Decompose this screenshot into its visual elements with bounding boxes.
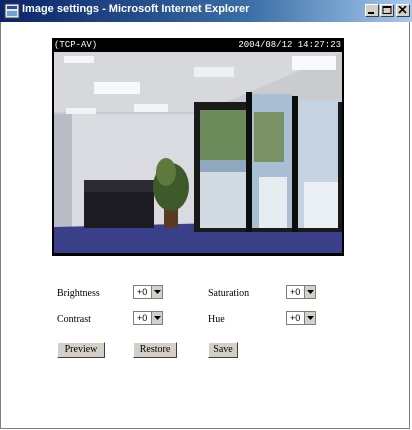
- title-bar: Image settings - Microsoft Internet Expl…: [0, 0, 412, 22]
- hue-select[interactable]: +0: [286, 311, 316, 325]
- minimize-button[interactable]: [365, 4, 379, 17]
- hue-label: Hue: [208, 314, 225, 325]
- close-button[interactable]: [396, 4, 410, 17]
- saturation-select[interactable]: +0: [286, 285, 316, 299]
- hue-value: +0: [290, 313, 301, 323]
- maximize-button[interactable]: [380, 4, 394, 17]
- chevron-down-icon: [304, 286, 315, 298]
- camera-overlay: (TCP-AV) 2004/08/12 14:27:23: [52, 38, 344, 52]
- restore-button[interactable]: Restore: [133, 342, 177, 358]
- camera-image: [54, 52, 342, 253]
- preview-button[interactable]: Preview: [57, 342, 105, 358]
- internet-explorer-icon: [4, 3, 20, 19]
- contrast-value: +0: [137, 313, 148, 323]
- window-title: Image settings - Microsoft Internet Expl…: [22, 3, 250, 15]
- chevron-down-icon: [304, 312, 315, 324]
- chevron-down-icon: [151, 312, 162, 324]
- brightness-label: Brightness: [57, 288, 100, 299]
- camera-timestamp: 2004/08/12 14:27:23: [238, 40, 341, 50]
- save-button[interactable]: Save: [208, 342, 238, 358]
- chevron-down-icon: [151, 286, 162, 298]
- camera-label: (TCP-AV): [54, 40, 98, 50]
- brightness-value: +0: [137, 287, 148, 297]
- contrast-select[interactable]: +0: [133, 311, 163, 325]
- contrast-label: Contrast: [57, 314, 91, 325]
- saturation-label: Saturation: [208, 288, 250, 299]
- minimize-icon: [368, 12, 374, 14]
- close-icon: [398, 6, 407, 14]
- brightness-select[interactable]: +0: [133, 285, 163, 299]
- saturation-value: +0: [290, 287, 301, 297]
- maximize-icon: [382, 6, 392, 14]
